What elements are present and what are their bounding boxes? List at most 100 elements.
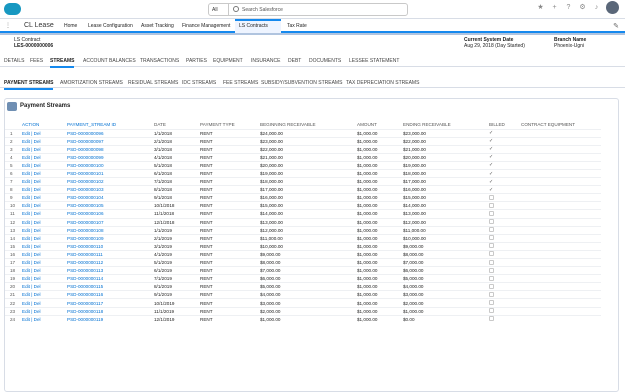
billed-cell bbox=[489, 306, 521, 316]
col-payment-stream-id[interactable]: PAYMENT_STREAM ID bbox=[67, 121, 154, 129]
add-icon[interactable]: + bbox=[550, 3, 559, 12]
edit-delete-links[interactable]: Edit | Del bbox=[22, 233, 67, 243]
payment-stream-id-link[interactable]: PSD-0000000107 bbox=[67, 217, 154, 227]
tab-documents[interactable]: DOCUMENTS bbox=[309, 58, 341, 64]
col-payment-type[interactable]: PAYMENT TYPE bbox=[200, 121, 260, 129]
nav-item-tax-rate[interactable]: Tax Rate bbox=[287, 23, 307, 29]
nav-item-ls-contracts[interactable]: LS Contracts bbox=[235, 19, 281, 33]
user-avatar[interactable] bbox=[606, 1, 619, 14]
tab-insurance[interactable]: INSURANCE bbox=[251, 58, 280, 64]
edit-delete-links[interactable]: Edit | Del bbox=[22, 290, 67, 299]
payment-stream-id-link[interactable]: PSD-0000000110 bbox=[67, 241, 154, 251]
payment-stream-id-link[interactable]: PSD-0000000103 bbox=[67, 185, 154, 194]
subtab-fee-streams[interactable]: FEE STREAMS bbox=[223, 80, 258, 86]
edit-delete-links[interactable]: Edit | Del bbox=[22, 160, 67, 170]
tab-parties[interactable]: PARTIES bbox=[186, 58, 207, 64]
help-icon[interactable]: ? bbox=[564, 3, 573, 12]
global-search[interactable]: All Search Salesforce bbox=[208, 3, 408, 16]
edit-delete-links[interactable]: Edit | Del bbox=[22, 225, 67, 235]
tab-streams[interactable]: STREAMS bbox=[50, 58, 75, 68]
payment-stream-id-link[interactable]: PSD-0000000112 bbox=[67, 257, 154, 267]
payment-stream-id-link[interactable]: PSD-0000000115 bbox=[67, 282, 154, 291]
col-action: ACTION bbox=[22, 122, 40, 128]
edit-delete-links[interactable]: Edit | Del bbox=[22, 209, 67, 219]
subtab-amortization-streams[interactable]: AMORTIZATION STREAMS bbox=[60, 80, 123, 86]
notifications-bell-icon[interactable]: ♪ bbox=[592, 3, 601, 12]
col-beginning-receivable[interactable]: BEGINNING RECEIVABLE bbox=[260, 121, 357, 129]
payment-stream-id-link[interactable]: PSD-0000000106 bbox=[67, 209, 154, 219]
app-launcher-icon[interactable]: ⋮ bbox=[5, 23, 11, 29]
tab-debt[interactable]: DEBT bbox=[288, 58, 301, 64]
col-ending-receivable[interactable]: ENDING RECEIVABLE bbox=[403, 121, 489, 129]
edit-delete-links[interactable]: Edit | Del bbox=[22, 274, 67, 283]
tab-details[interactable]: DETAILS bbox=[4, 58, 24, 64]
edit-delete-links[interactable]: Edit | Del bbox=[22, 201, 67, 210]
subtab-tax-depreciation-streams[interactable]: TAX DEPRECIATION STREAMS bbox=[346, 80, 419, 86]
search-input[interactable]: Search Salesforce bbox=[242, 7, 283, 13]
edit-delete-links[interactable]: Edit | Del bbox=[22, 249, 67, 259]
edit-delete-links[interactable]: Edit | Del bbox=[22, 177, 67, 186]
edit-delete-links[interactable]: Edit | Del bbox=[22, 266, 67, 275]
edit-delete-links[interactable]: Edit | Del bbox=[22, 257, 67, 267]
payment-stream-id-link[interactable]: PSD-0000000118 bbox=[67, 306, 154, 316]
payment-stream-id-link[interactable]: PSD-0000000104 bbox=[67, 193, 154, 202]
edit-delete-links[interactable]: Edit | Del bbox=[22, 144, 67, 154]
tab-equipment[interactable]: EQUIPMENT bbox=[213, 58, 243, 64]
search-scope-select[interactable]: All bbox=[209, 4, 229, 15]
nav-item-home[interactable]: Home bbox=[64, 23, 77, 29]
edit-delete-links[interactable]: Edit | Del bbox=[22, 152, 67, 162]
nav-item-lease-configuration[interactable]: Lease Configuration bbox=[88, 23, 133, 29]
nav-item-finance-management[interactable]: Finance Management bbox=[182, 23, 230, 29]
beginning-receivable-cell: $21,000.00 bbox=[260, 152, 357, 162]
edit-delete-links[interactable]: Edit | Del bbox=[22, 185, 67, 194]
payment-stream-id-link[interactable]: PSD-0000000108 bbox=[67, 225, 154, 235]
col-amount[interactable]: AMOUNT bbox=[357, 121, 403, 129]
payment-stream-id-link[interactable]: PSD-0000000102 bbox=[67, 177, 154, 186]
col-contract-equipment[interactable]: CONTRACT EQUIPMENT bbox=[521, 121, 601, 129]
edit-delete-links[interactable]: Edit | Del bbox=[22, 193, 67, 202]
nav-edit-icon[interactable]: ✎ bbox=[613, 22, 619, 30]
edit-delete-links[interactable]: Edit | Del bbox=[22, 314, 67, 324]
payment-stream-id-link[interactable]: PSD-0000000101 bbox=[67, 168, 154, 178]
payment-stream-id-link[interactable]: PSD-0000000113 bbox=[67, 266, 154, 275]
edit-delete-links[interactable]: Edit | Del bbox=[22, 128, 67, 138]
tab-transactions[interactable]: TRANSACTIONS bbox=[140, 58, 179, 64]
col-date[interactable]: DATE bbox=[154, 121, 200, 129]
tab-lessee-statement[interactable]: LESSEE STATEMENT bbox=[349, 58, 399, 64]
subtab-subsidy-streams[interactable]: SUBSIDY/SUBVENTION STREAMS bbox=[261, 80, 342, 86]
setup-gear-icon[interactable]: ⚙ bbox=[578, 3, 587, 12]
payment-stream-id-link[interactable]: PSD-0000000109 bbox=[67, 233, 154, 243]
payment-stream-id-link[interactable]: PSD-0000000105 bbox=[67, 201, 154, 210]
tab-account-balances[interactable]: ACCOUNT BALANCES bbox=[83, 58, 136, 64]
checkmark-icon: ✓ bbox=[489, 170, 494, 177]
payment-type-cell: RENT bbox=[200, 290, 260, 299]
payment-stream-id-link[interactable]: PSD-0000000116 bbox=[67, 290, 154, 299]
ending-receivable-cell: $9,000.00 bbox=[403, 241, 489, 251]
edit-delete-links[interactable]: Edit | Del bbox=[22, 298, 67, 308]
edit-delete-links[interactable]: Edit | Del bbox=[22, 306, 67, 316]
payment-stream-id-link[interactable]: PSD-0000000100 bbox=[67, 160, 154, 170]
nav-item-asset-tracking[interactable]: Asset Tracking bbox=[141, 23, 174, 29]
edit-delete-links[interactable]: Edit | Del bbox=[22, 217, 67, 227]
payment-stream-id-link[interactable]: PSD-0000000117 bbox=[67, 298, 154, 308]
tab-fees[interactable]: FEES bbox=[30, 58, 43, 64]
edit-delete-links[interactable]: Edit | Del bbox=[22, 136, 67, 146]
edit-delete-links[interactable]: Edit | Del bbox=[22, 241, 67, 251]
payment-stream-id-link[interactable]: PSD-0000000096 bbox=[67, 128, 154, 138]
col-billed[interactable]: BILLED bbox=[489, 121, 521, 129]
beginning-receivable-cell: $22,000.00 bbox=[260, 144, 357, 154]
amount-cell: $1,000.00 bbox=[357, 144, 403, 154]
subtab-residual-streams[interactable]: RESIDUAL STREAMS bbox=[128, 80, 178, 86]
subtab-idc-streams[interactable]: IDC STREAMS bbox=[182, 80, 216, 86]
payment-stream-id-link[interactable]: PSD-0000000099 bbox=[67, 152, 154, 162]
payment-stream-id-link[interactable]: PSD-0000000111 bbox=[67, 249, 154, 259]
payment-stream-id-link[interactable]: PSD-0000000114 bbox=[67, 274, 154, 283]
payment-stream-id-link[interactable]: PSD-0000000097 bbox=[67, 136, 154, 146]
row-number: 9 bbox=[5, 193, 22, 202]
star-icon[interactable]: ★ bbox=[536, 3, 545, 12]
payment-stream-id-link[interactable]: PSD-0000000098 bbox=[67, 144, 154, 154]
payment-stream-id-link[interactable]: PSD-0000000119 bbox=[67, 314, 154, 324]
edit-delete-links[interactable]: Edit | Del bbox=[22, 282, 67, 291]
edit-delete-links[interactable]: Edit | Del bbox=[22, 168, 67, 178]
subtab-payment-streams[interactable]: PAYMENT STREAMS bbox=[4, 80, 54, 90]
